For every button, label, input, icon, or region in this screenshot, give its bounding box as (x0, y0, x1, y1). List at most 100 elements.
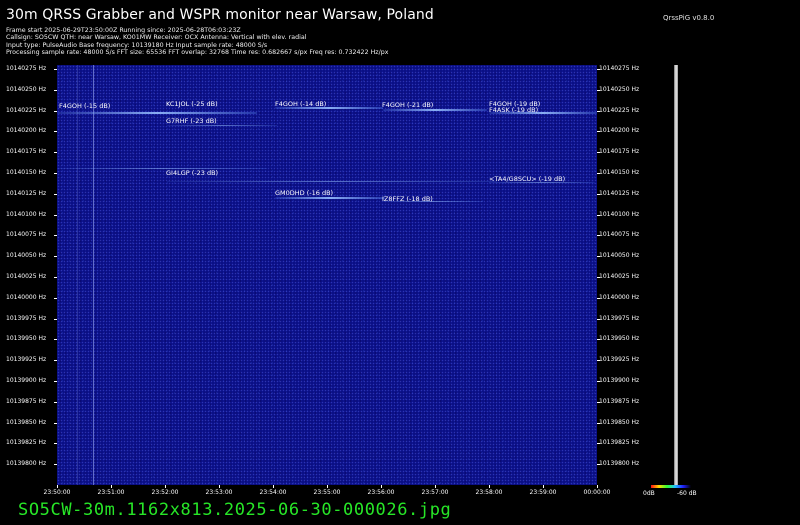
y-tick-label-right: 10139900 Hz (599, 377, 640, 384)
colorbar (651, 485, 691, 488)
y-tick-mark (597, 381, 600, 382)
x-tick-mark (111, 485, 112, 488)
y-tick-label-left: 10140250 Hz (6, 85, 47, 93)
signal-trace (57, 168, 267, 169)
y-tick-label-right: 10140150 Hz (599, 169, 640, 176)
page-title: 30m QRSS Grabber and WSPR monitor near W… (6, 7, 434, 23)
y-tick-label-right: 10139800 Hz (599, 460, 640, 468)
x-tick-mark (273, 485, 274, 488)
spot-label: IZ8FFZ (-18 dB) (382, 195, 433, 203)
y-tick-label-right: 10140050 Hz (599, 252, 640, 260)
y-tick-mark (54, 214, 57, 216)
y-tick-mark (54, 235, 57, 237)
y-tick-mark (597, 69, 600, 70)
signal-trace (167, 125, 277, 126)
spot-label: F4GOH (-15 dB) (59, 102, 111, 110)
y-tick-label-left: 10139925 Hz (6, 356, 47, 364)
y-tick-label-right: 10139850 Hz (599, 418, 640, 426)
y-tick-mark (597, 422, 600, 424)
y-tick-mark (597, 401, 600, 403)
y-tick-mark (54, 443, 57, 445)
y-tick-label-right: 10140100 Hz (599, 210, 640, 218)
y-tick-mark (597, 89, 600, 91)
x-tick-label: 23:50:00 (43, 489, 71, 496)
version-label: QrssPiG v0.8.0 (663, 14, 715, 22)
x-tick-label: 23:51:00 (97, 489, 125, 496)
spot-label: <TA4/G8SCU> (-19 dB) (489, 175, 566, 183)
y-tick-mark (54, 297, 57, 299)
y-tick-mark (54, 277, 57, 278)
x-tick-label: 00:00:00 (583, 489, 611, 496)
y-tick-mark (597, 443, 600, 445)
power-profile-bar (674, 65, 678, 485)
y-tick-label-right: 10140125 Hz (599, 189, 640, 197)
spot-label: F4GOH (-14 dB) (275, 100, 327, 108)
x-tick-mark (597, 485, 598, 488)
y-tick-label-left: 10139825 Hz (6, 439, 47, 447)
y-tick-mark (54, 381, 57, 382)
y-tick-mark (597, 110, 600, 112)
colorbar-min-label: 0dB (643, 490, 655, 497)
filename-footer: SO5CW-30m.1162x813.2025-06-30-000026.jpg (18, 500, 452, 520)
y-tick-label-right: 10140275 Hz (599, 65, 640, 72)
y-tick-mark (54, 193, 57, 195)
y-tick-label-left: 10140050 Hz (6, 252, 47, 260)
y-tick-mark (54, 69, 57, 70)
x-tick-mark (219, 485, 220, 488)
y-tick-label-left: 10139900 Hz (6, 377, 47, 384)
y-tick-label-right: 10140075 Hz (599, 231, 640, 239)
y-tick-label-left: 10139850 Hz (6, 418, 47, 426)
y-tick-label-left: 10139975 Hz (6, 314, 47, 322)
y-tick-mark (597, 173, 600, 174)
y-tick-mark (597, 214, 600, 216)
x-tick-mark (327, 485, 328, 488)
signal-trace (383, 109, 487, 111)
y-tick-label-right: 10139950 Hz (599, 335, 640, 343)
signal-vertical-line (93, 65, 94, 485)
y-tick-mark (597, 131, 600, 133)
spot-label: GI4LGP (-23 dB) (166, 169, 219, 177)
y-tick-label-right: 10140000 Hz (599, 293, 640, 301)
y-tick-label-left: 10139800 Hz (6, 460, 47, 468)
x-tick-mark (381, 485, 382, 488)
x-tick-mark (543, 485, 544, 488)
y-tick-mark (597, 193, 600, 195)
y-tick-mark (54, 318, 57, 320)
y-tick-label-left: 10140025 Hz (6, 273, 47, 280)
x-tick-label: 23:54:00 (259, 489, 287, 496)
signal-vertical-line-faint (77, 65, 78, 485)
y-tick-label-left: 10140225 Hz (6, 106, 47, 114)
y-tick-mark (597, 464, 600, 466)
y-tick-mark (597, 297, 600, 299)
y-tick-label-left: 10140175 Hz (6, 148, 47, 156)
y-tick-label-right: 10139975 Hz (599, 314, 640, 322)
spot-label: F4GOH (-21 dB) (382, 101, 434, 109)
y-tick-mark (54, 173, 57, 174)
y-tick-mark (54, 110, 57, 112)
y-tick-label-right: 10140025 Hz (599, 273, 640, 280)
x-tick-mark (57, 485, 58, 488)
y-tick-label-right: 10139825 Hz (599, 439, 640, 447)
y-tick-mark (597, 277, 600, 278)
x-tick-label: 23:53:00 (205, 489, 233, 496)
y-tick-mark (597, 235, 600, 237)
y-tick-mark (54, 401, 57, 403)
colorbar-max-label: -60 dB (677, 490, 697, 497)
y-tick-mark (54, 89, 57, 91)
y-tick-mark (54, 256, 57, 258)
y-tick-label-right: 10139875 Hz (599, 397, 640, 405)
spot-label: KC1JOL (-25 dB) (166, 100, 218, 108)
y-tick-label-left: 10140100 Hz (6, 210, 47, 218)
y-tick-label-right: 10140200 Hz (599, 127, 640, 135)
y-tick-label-right: 10140175 Hz (599, 148, 640, 156)
y-tick-label-right: 10139925 Hz (599, 356, 640, 364)
y-tick-label-left: 10139950 Hz (6, 335, 47, 343)
x-tick-label: 23:52:00 (151, 489, 179, 496)
x-tick-label: 23:56:00 (367, 489, 395, 496)
y-tick-label-left: 10140200 Hz (6, 127, 47, 135)
y-tick-label-left: 10140150 Hz (6, 169, 47, 176)
y-tick-label-right: 10140225 Hz (599, 106, 640, 114)
y-tick-label-right: 10140250 Hz (599, 85, 640, 93)
y-tick-mark (597, 256, 600, 258)
x-tick-label: 23:58:00 (475, 489, 503, 496)
